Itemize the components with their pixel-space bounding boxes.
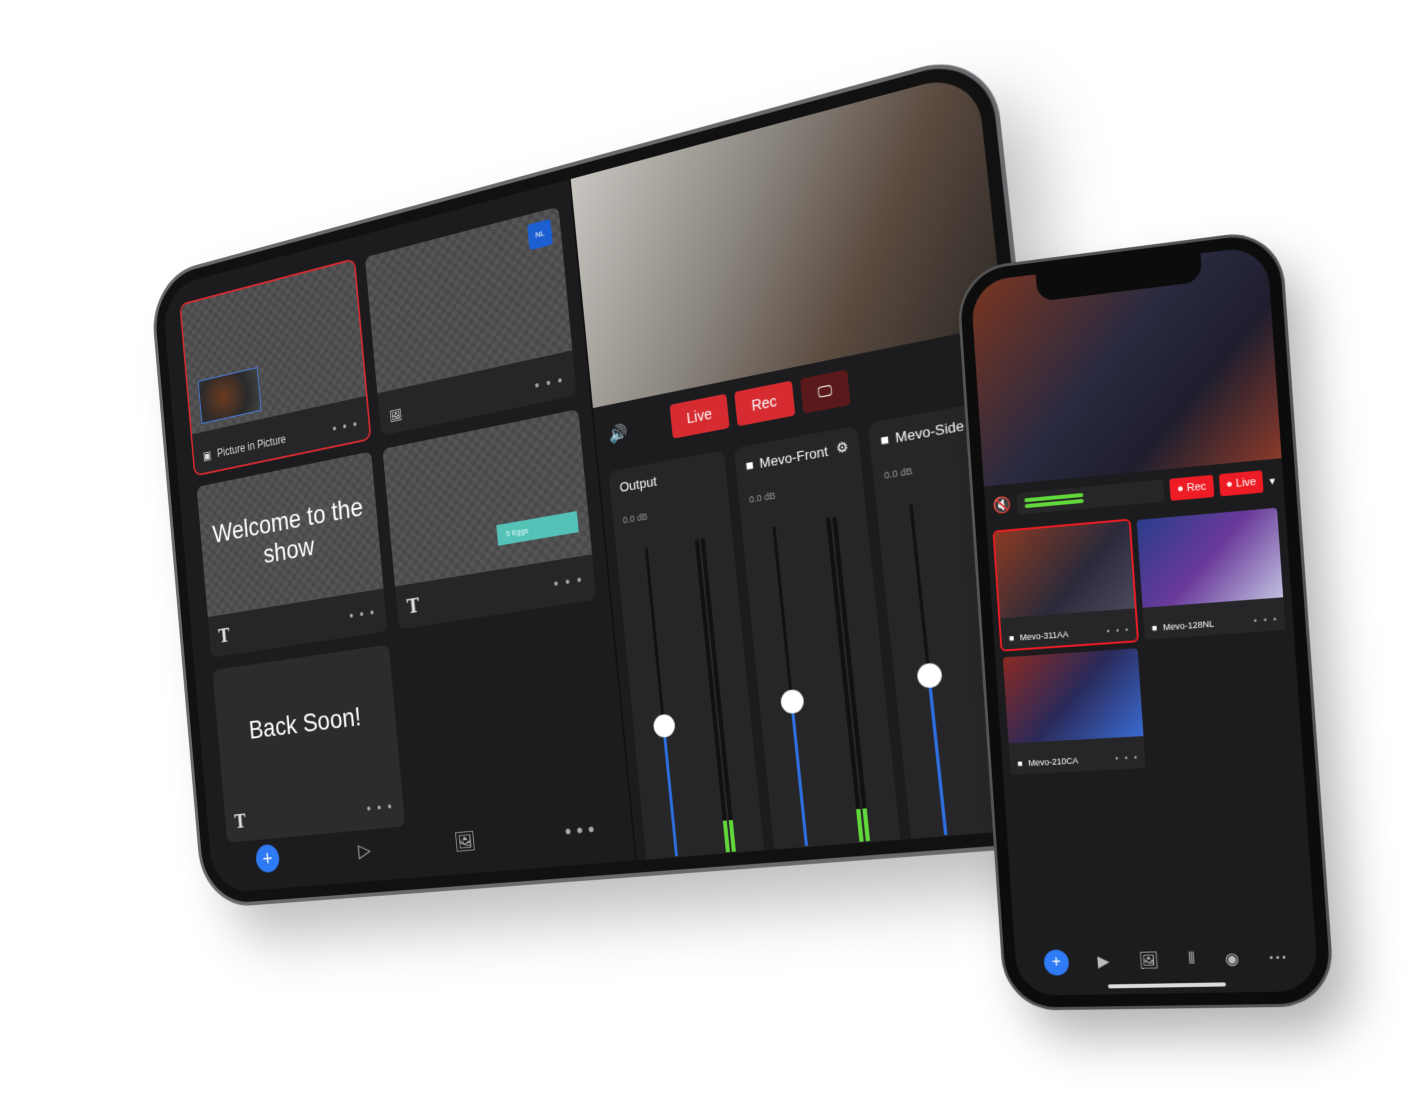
- text-icon: T: [405, 593, 421, 619]
- gear-icon[interactable]: ⚙: [835, 438, 849, 457]
- image-icon[interactable]: 🖼: [1138, 950, 1159, 970]
- pip-icon: ▣: [202, 448, 212, 463]
- volume-slider[interactable]: [916, 661, 943, 690]
- mute-button[interactable]: 🔊: [656, 875, 763, 906]
- scene-card-pip[interactable]: ▣ Picture in Picture • • •: [179, 257, 372, 477]
- rec-button[interactable]: ● Rec: [1169, 474, 1214, 501]
- scene-card-image[interactable]: NL 🖼 • • •: [364, 206, 577, 436]
- volume-slider[interactable]: [779, 688, 805, 715]
- media-icon[interactable]: ▶: [1097, 951, 1110, 971]
- level-meter: [826, 516, 871, 842]
- more-button[interactable]: • • •: [1115, 752, 1139, 763]
- phone-device: 🔇 ● Rec ● Live ▾ ■ Mevo-311AA • • • ■ Mevo-…: [958, 231, 1333, 1008]
- scenes-panel: ▣ Picture in Picture • • • NL 🖼 • • • Welco…: [162, 180, 635, 894]
- more-button[interactable]: • • •: [564, 818, 596, 844]
- rec-button[interactable]: Rec: [733, 380, 795, 427]
- text-icon: T: [233, 809, 247, 833]
- speaker-muted-icon[interactable]: 🔇: [992, 495, 1012, 516]
- audio-icon[interactable]: ⦀: [1188, 951, 1196, 969]
- more-button[interactable]: • • •: [534, 372, 565, 394]
- camera-card[interactable]: ■ Mevo-311AA • • •: [992, 518, 1139, 652]
- add-button[interactable]: +: [254, 843, 281, 874]
- media-icon[interactable]: ▷: [357, 838, 372, 863]
- home-indicator: [1107, 982, 1227, 989]
- scene-card-lower-third[interactable]: 5 Eggs T • • •: [382, 409, 597, 630]
- camera-icon: ■: [1151, 622, 1158, 634]
- live-button[interactable]: ● Live: [1218, 470, 1265, 497]
- text-icon: T: [217, 623, 231, 648]
- scene-card-back-soon[interactable]: Back Soon! T • • •: [212, 644, 406, 843]
- scene-card-welcome[interactable]: Welcome to the show T • • •: [196, 451, 388, 658]
- camera-icon: ■: [1017, 758, 1023, 769]
- image-icon: 🖼: [388, 407, 403, 424]
- tablet-screen: ▣ Picture in Picture • • • NL 🖼 • • • Welco…: [161, 70, 1059, 906]
- speaker-icon[interactable]: 🔊: [608, 422, 629, 446]
- screen-share-button[interactable]: 🖵: [799, 369, 851, 414]
- more-button[interactable]: • • •: [366, 798, 394, 816]
- more-button[interactable]: • • •: [1106, 625, 1130, 637]
- scene-text: Back Soon!: [247, 701, 363, 745]
- tablet-device: ▣ Picture in Picture • • • NL 🖼 • • • Welco…: [152, 53, 1075, 906]
- more-button[interactable]: • • •: [1269, 952, 1286, 964]
- level-meter: [694, 538, 736, 853]
- live-button[interactable]: Live: [669, 393, 730, 439]
- add-button[interactable]: +: [1043, 949, 1070, 976]
- more-button[interactable]: • • •: [553, 571, 584, 592]
- camera-card[interactable]: ■ Mevo-210CA • • •: [1002, 648, 1146, 775]
- camera-icon: ■: [879, 430, 890, 449]
- more-button[interactable]: • • •: [1253, 614, 1279, 626]
- bottom-toolbar: + ▶ 🖼 ⦀ ◉ • • •: [1043, 944, 1287, 976]
- dropdown-icon[interactable]: ▾: [1269, 474, 1275, 488]
- more-button[interactable]: • • •: [349, 604, 377, 623]
- account-icon[interactable]: ◉: [1224, 949, 1240, 970]
- level-meter: [1016, 479, 1166, 515]
- camera-icon: ■: [1008, 633, 1015, 644]
- more-button[interactable]: • • •: [332, 416, 359, 436]
- mute-button[interactable]: 🔊: [784, 865, 899, 906]
- camera-card[interactable]: ■ Mevo-128NL • • •: [1136, 507, 1286, 640]
- image-icon[interactable]: 🖼: [453, 828, 477, 854]
- volume-slider[interactable]: [652, 713, 676, 739]
- camera-icon: ■: [744, 456, 755, 474]
